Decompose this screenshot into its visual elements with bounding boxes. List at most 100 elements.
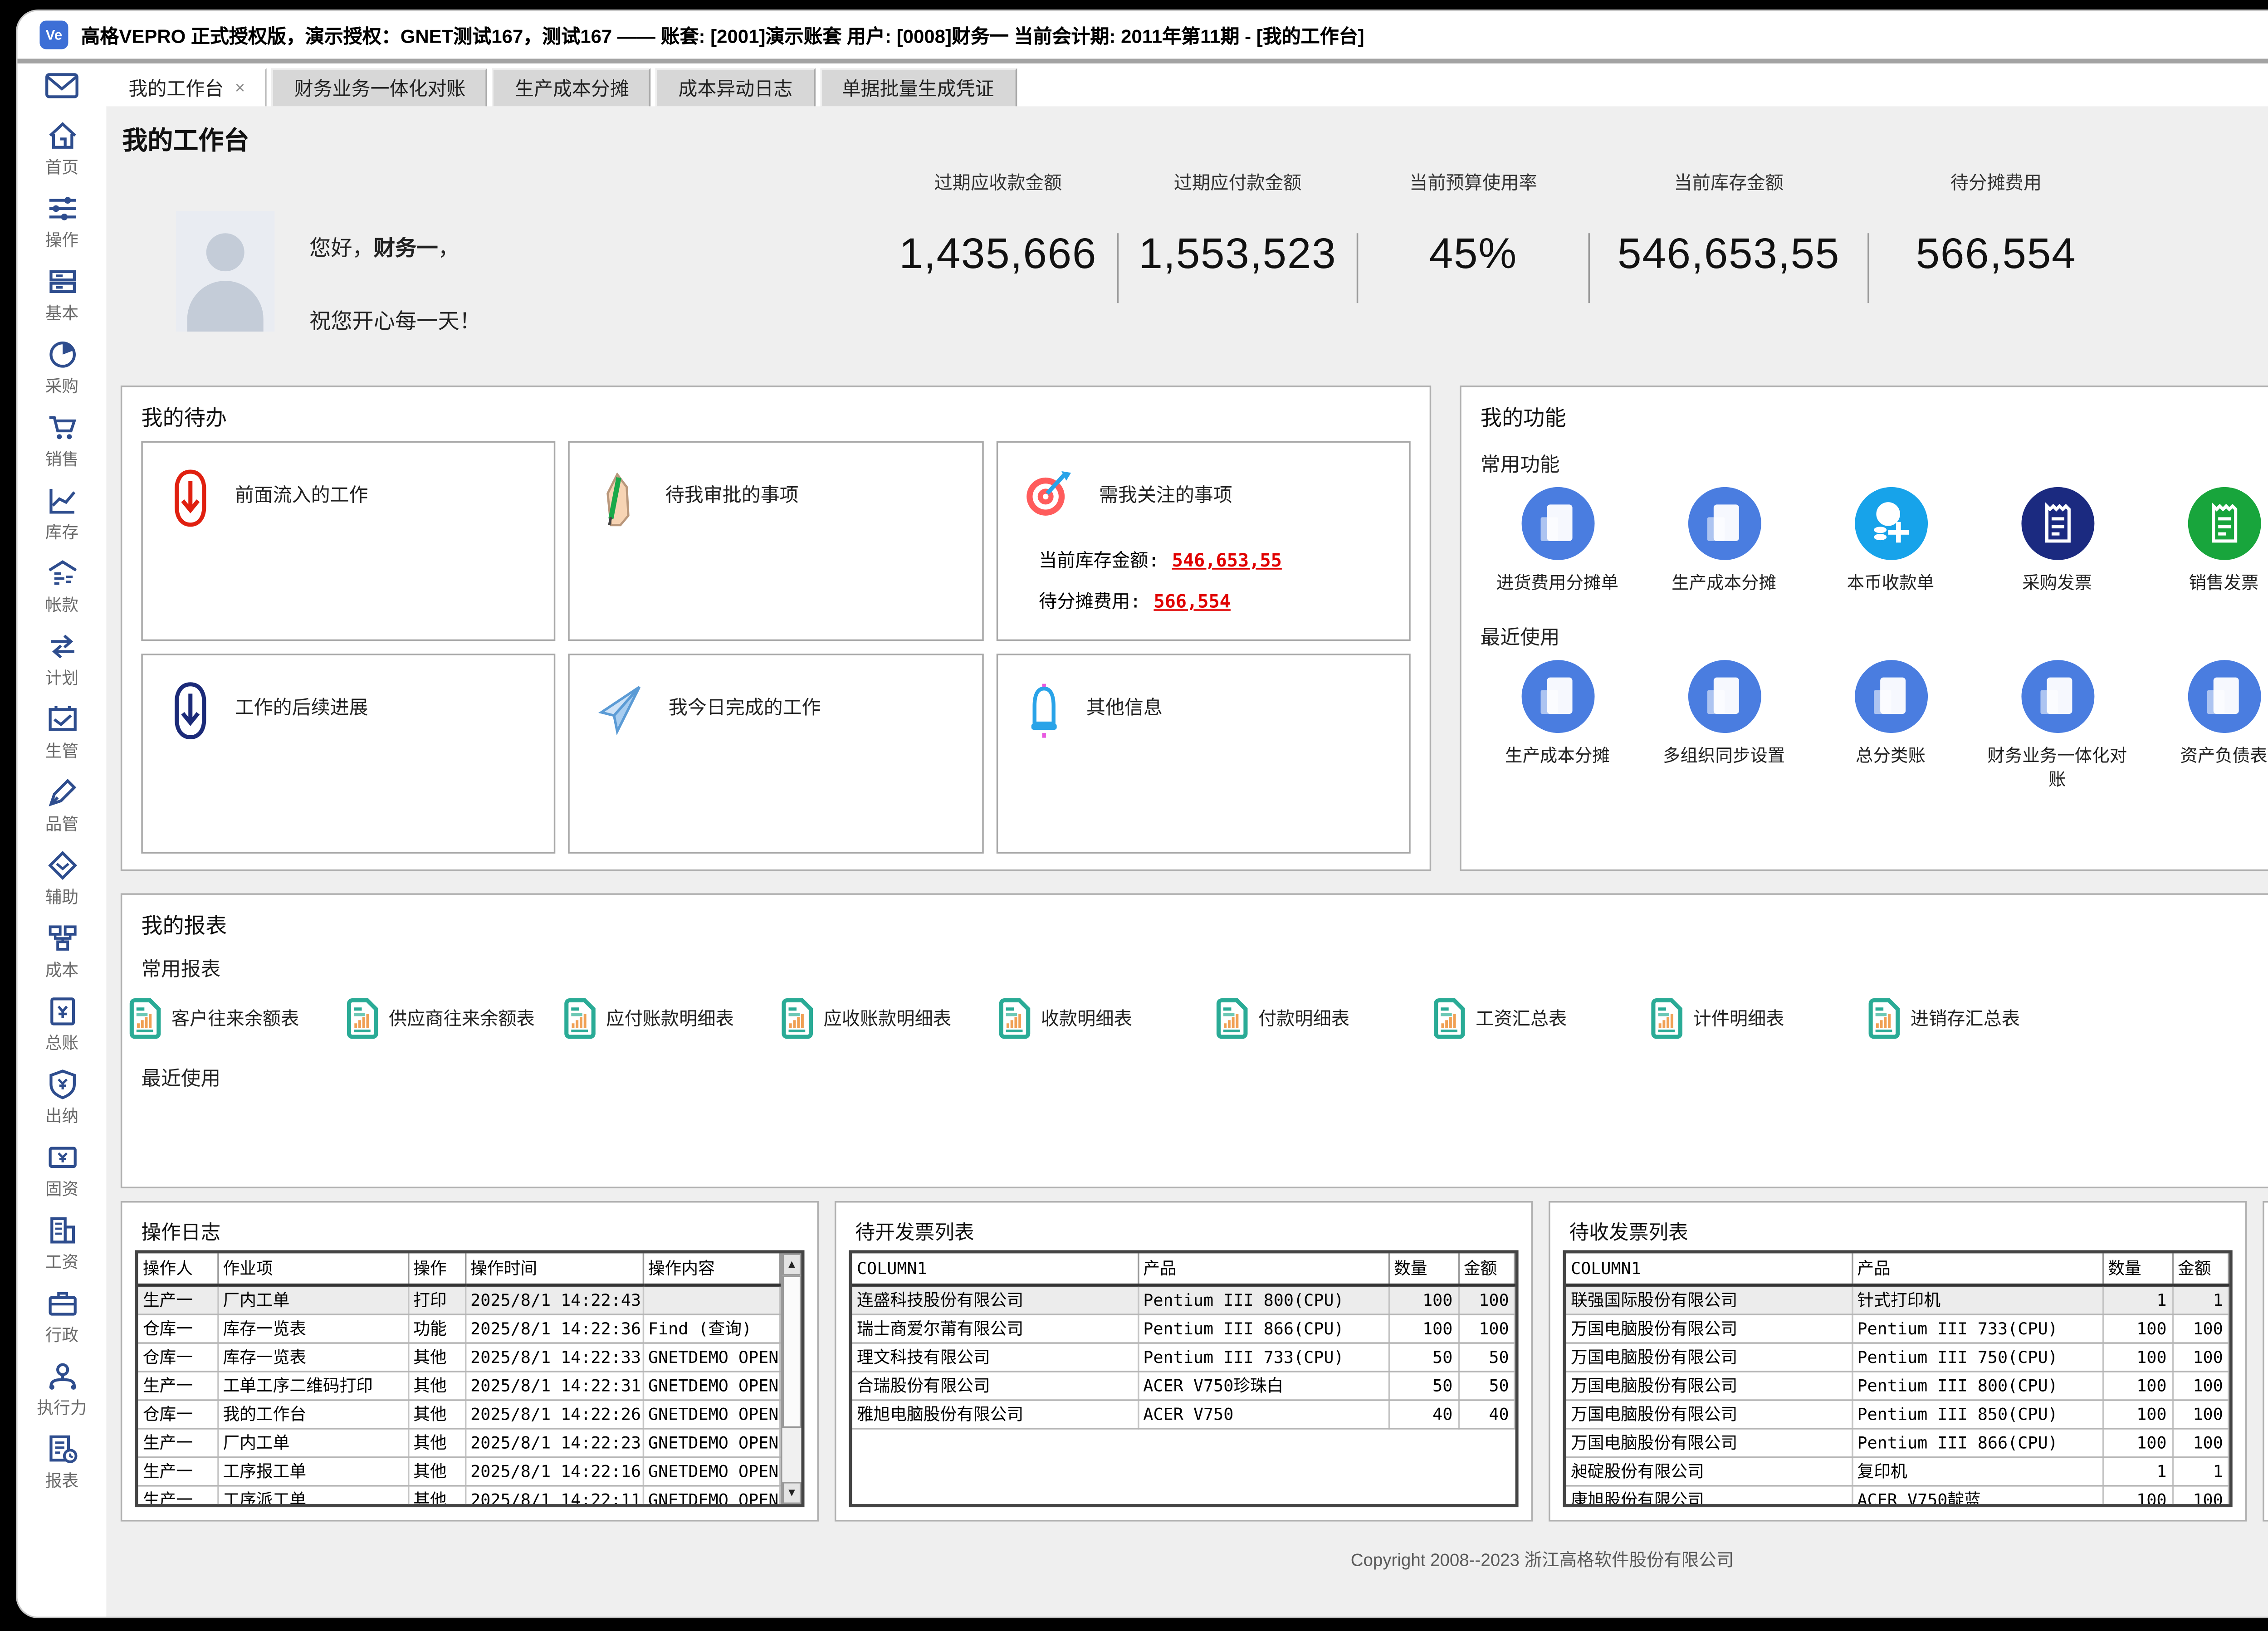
- report-doc-icon: [563, 998, 596, 1039]
- report-doc-icon: [1650, 998, 1683, 1039]
- sidebar-item-quality[interactable]: 品管: [17, 776, 106, 849]
- scroll-down-icon[interactable]: ▼: [782, 1482, 802, 1504]
- table-row[interactable]: 连盛科技股份有限公司 Pentium III 800(CPU) 100 100: [852, 1285, 1514, 1314]
- sidebar-item-production[interactable]: 生管: [17, 703, 106, 776]
- functions-recent-row: 生产成本分摊 多组织同步设置 总分类账 财务业务一体化对账: [1461, 660, 2268, 791]
- building-icon: [45, 1214, 78, 1247]
- scroll-up-icon[interactable]: ▲: [782, 1253, 802, 1275]
- stat-overdue-receivable: 过期应收款金额 1,435,666: [879, 170, 1117, 279]
- sidebar-item-payroll[interactable]: 工资: [17, 1214, 106, 1287]
- sidebar-item-cost[interactable]: 成本: [17, 922, 106, 995]
- table-row[interactable]: 仓库一 库存一览表 功能 2025/8/1 14:22:36 Find (查询): [138, 1314, 780, 1343]
- report-shortcut[interactable]: 工资汇总表: [1433, 998, 1650, 1039]
- card-other-info[interactable]: 其他信息: [996, 654, 1411, 854]
- table-row[interactable]: 万国电脑股份有限公司 Pentium III 866(CPU) 100 100: [1566, 1429, 2229, 1457]
- report-shortcut[interactable]: 供应商往来余额表: [346, 998, 563, 1039]
- report-shortcut[interactable]: 计件明细表: [1650, 998, 1867, 1039]
- hand-pen-icon: [596, 468, 643, 528]
- sidebar-item-auxiliary[interactable]: 辅助: [17, 849, 106, 922]
- sidebar-item-purchasing[interactable]: 采购: [17, 338, 106, 411]
- mail-icon[interactable]: [17, 63, 106, 106]
- table-row[interactable]: 联强国际股份有限公司 针式打印机 1 1: [1566, 1285, 2229, 1314]
- report-shortcut[interactable]: 客户往来余额表: [128, 998, 346, 1039]
- fn-sales-invoice[interactable]: 销售发票: [2141, 487, 2268, 596]
- sidebar-item-fixed-assets[interactable]: 固资: [17, 1141, 106, 1214]
- doc-icon: [2187, 660, 2260, 733]
- fn-recent-production-cost[interactable]: 生产成本分摊: [1474, 660, 1641, 791]
- home-icon: [45, 119, 78, 152]
- sidebar-item-inventory[interactable]: 库存: [17, 484, 106, 557]
- fn-freight-allocation[interactable]: 进货费用分摊单: [1474, 487, 1641, 596]
- report-doc-icon: [346, 998, 379, 1039]
- doc-icon: [1687, 660, 1760, 733]
- card-pending-approval[interactable]: 待我审批的事项: [568, 441, 983, 641]
- paper-plane-icon: [596, 681, 646, 741]
- table-row[interactable]: 雅旭电脑股份有限公司 ACER V750 40 40: [852, 1400, 1514, 1429]
- sidebar-item-administration[interactable]: 行政: [17, 1287, 106, 1360]
- card-incoming-work[interactable]: 前面流入的工作: [141, 441, 556, 641]
- tab-my-workbench[interactable]: 我的工作台 ×: [106, 68, 267, 106]
- attention-allocation-value[interactable]: 566,554: [1154, 590, 1231, 612]
- sidebar-item-general-ledger[interactable]: 总账: [17, 995, 106, 1068]
- table-row[interactable]: 生产一 工序派工单 其他 2025/8/1 14:22:11 GNETDEMO …: [138, 1486, 780, 1507]
- scrollbar[interactable]: ▲ ▼: [781, 1253, 801, 1504]
- attention-inventory-value[interactable]: 546,653,55: [1172, 549, 1282, 571]
- panel-todo-title: 我的待办: [122, 387, 1429, 432]
- fn-general-ledger[interactable]: 总分类账: [1807, 660, 1974, 791]
- attention-inventory-line: 当前库存金额:546,653,55: [1039, 547, 1409, 573]
- fn-local-currency-receipt[interactable]: 本币收款单: [1807, 487, 1974, 596]
- table-row[interactable]: 瑞士商爱尔莆有限公司 Pentium III 866(CPU) 100 100: [852, 1314, 1514, 1343]
- stat-pending-allocation: 待分摊费用 566,554: [1869, 170, 2123, 279]
- reports-recent-label: 最近使用: [141, 1061, 2268, 1091]
- table-row[interactable]: 万国电脑股份有限公司 Pentium III 850(CPU) 100 100: [1566, 1400, 2229, 1429]
- pie-chart-icon: [45, 338, 78, 371]
- fn-purchase-invoice[interactable]: 采购发票: [1974, 487, 2141, 596]
- panel-log-title: 操作日志: [122, 1202, 817, 1245]
- card-completed-today[interactable]: 我今日完成的工作: [568, 654, 983, 854]
- table-row[interactable]: 仓库一 我的工作台 其他 2025/8/1 14:22:26 GNETDEMO …: [138, 1400, 780, 1429]
- table-row[interactable]: 万国电脑股份有限公司 Pentium III 733(CPU) 100 100: [1566, 1314, 2229, 1343]
- sidebar-item-cashier[interactable]: 出纳: [17, 1068, 106, 1141]
- flowchart-icon: [45, 922, 78, 955]
- table-row[interactable]: 合瑞股份有限公司 ACER V750珍珠白 50 50: [852, 1372, 1514, 1400]
- report-shortcut[interactable]: 进销存汇总表: [1867, 998, 2085, 1039]
- sidebar-item-reports[interactable]: 报表: [17, 1433, 106, 1506]
- tab-cost-change-log[interactable]: 成本异动日志: [656, 68, 815, 106]
- fn-balance-sheet[interactable]: 资产负债表: [2141, 660, 2268, 791]
- table-row[interactable]: 康旭股份有限公司 ACER V750靛蓝 100 100: [1566, 1486, 2229, 1507]
- tab-batch-voucher[interactable]: 单据批量生成凭证: [820, 68, 1017, 106]
- user-name: 财务一: [374, 236, 438, 260]
- sidebar-item-sales[interactable]: 销售: [17, 411, 106, 484]
- table-row[interactable]: 万国电脑股份有限公司 Pentium III 750(CPU) 100 100: [1566, 1343, 2229, 1372]
- card-needs-attention[interactable]: 需我关注的事项 当前库存金额:546,653,55 待分摊费用:566,554: [996, 441, 1411, 641]
- report-shortcut[interactable]: 收款明细表: [998, 998, 1215, 1039]
- table-row[interactable]: 昶碇股份有限公司 复印机 1 1: [1566, 1457, 2229, 1486]
- table-row[interactable]: 理文科技有限公司 Pentium III 733(CPU) 50 50: [852, 1343, 1514, 1372]
- card-work-progress[interactable]: 工作的后续进展: [141, 654, 556, 854]
- table-row[interactable]: 仓库一 库存一览表 其他 2025/8/1 14:22:33 GNETDEMO …: [138, 1343, 780, 1372]
- table-row[interactable]: 生产一 工单工序二维码打印 其他 2025/8/1 14:22:31 GNETD…: [138, 1372, 780, 1400]
- report-doc-icon: [128, 998, 161, 1039]
- sidebar-item-planning[interactable]: 计划: [17, 630, 106, 703]
- table-header-row: COLUMN1 产品 数量 金额: [852, 1253, 1514, 1285]
- table-row[interactable]: 生产一 厂内工单 打印 2025/8/1 14:22:43: [138, 1285, 780, 1314]
- report-shortcut[interactable]: 付款明细表: [1215, 998, 1432, 1039]
- report-shortcut[interactable]: 应付账款明细表: [563, 998, 781, 1039]
- sidebar-item-home[interactable]: 首页: [17, 119, 106, 192]
- sidebar-item-basic[interactable]: 基本: [17, 265, 106, 338]
- table-row[interactable]: 生产一 工序报工单 其他 2025/8/1 14:22:16 GNETDEMO …: [138, 1457, 780, 1486]
- fn-production-cost[interactable]: 生产成本分摊: [1641, 487, 1807, 596]
- tab-finance-reconcile[interactable]: 财务业务一体化对账: [272, 68, 488, 106]
- panel-reports-title: 我的报表: [122, 895, 2268, 939]
- tab-production-cost[interactable]: 生产成本分摊: [493, 68, 651, 106]
- fn-finance-reconcile[interactable]: 财务业务一体化对账: [1974, 660, 2141, 791]
- sidebar-item-operations[interactable]: 操作: [17, 192, 106, 265]
- table-row[interactable]: 万国电脑股份有限公司 Pentium III 800(CPU) 100 100: [1566, 1372, 2229, 1400]
- fn-multi-org-sync[interactable]: 多组织同步设置: [1641, 660, 1807, 791]
- report-shortcut[interactable]: 应收账款明细表: [781, 998, 998, 1039]
- table-row[interactable]: 生产一 厂内工单 其他 2025/8/1 14:22:23 GNETDEMO O…: [138, 1429, 780, 1457]
- tab-close-icon[interactable]: ×: [235, 71, 245, 106]
- scroll-thumb[interactable]: [782, 1275, 802, 1428]
- sidebar-item-execution[interactable]: 执行力: [17, 1360, 106, 1433]
- sidebar-item-accounts[interactable]: 帐款: [17, 557, 106, 630]
